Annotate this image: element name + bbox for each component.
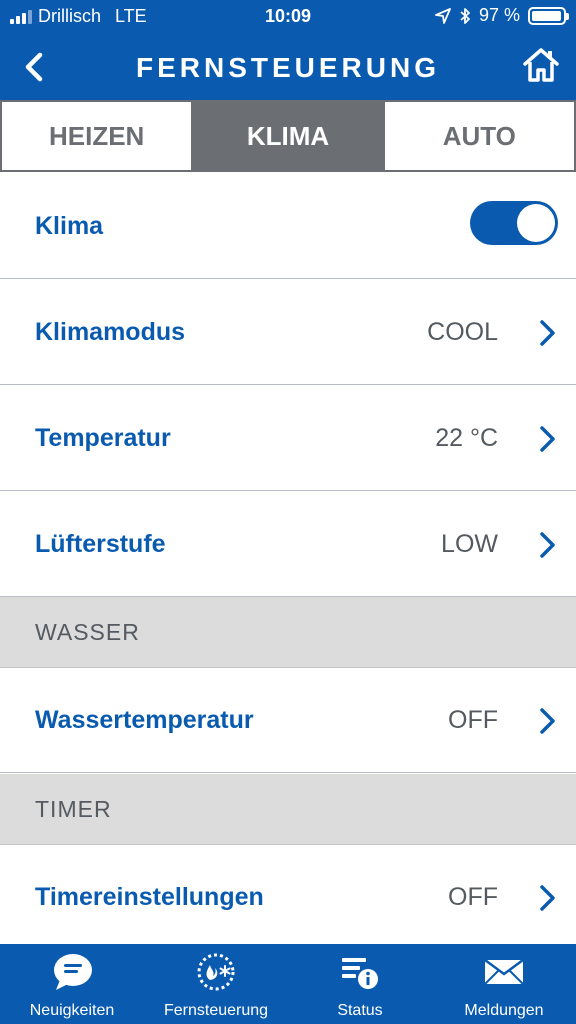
chevron-right-icon — [540, 320, 555, 346]
tabbar-label: Neuigkeiten — [29, 1002, 115, 1019]
temperatur-label: Temperatur — [35, 424, 171, 452]
status-bar: Drillisch LTE 10:09 97 % — [0, 0, 576, 32]
section-header-wasser: WASSER — [0, 597, 576, 668]
page-title: FERNSTEUERUNG — [135, 52, 440, 83]
timereinstellungen-label: Timereinstellungen — [35, 883, 264, 911]
klimamodus-value: COOL — [427, 318, 498, 346]
chevron-right-icon — [540, 426, 555, 452]
tab-auto[interactable]: AUTO — [385, 102, 574, 170]
location-arrow-icon — [435, 7, 451, 24]
tabbar-label: Status — [337, 1002, 383, 1019]
chevron-right-icon — [540, 708, 555, 734]
timereinstellungen-value: OFF — [448, 883, 498, 911]
status-icons: 97 % — [435, 5, 569, 26]
toggle-knob — [517, 204, 555, 242]
klima-row: Klima — [0, 174, 576, 279]
mode-tabs: HEIZEN KLIMA AUTO — [0, 100, 576, 172]
speech-bubble-icon — [54, 954, 92, 990]
tabbar-item-neuigkeiten[interactable]: Neuigkeiten — [0, 944, 144, 1024]
chevron-right-icon — [540, 532, 555, 558]
temperatur-value: 22 °C — [435, 424, 498, 452]
wassertemperatur-row[interactable]: Wassertemperatur OFF — [0, 668, 576, 773]
temperatur-row[interactable]: Temperatur 22 °C — [0, 386, 576, 491]
luefterstufe-label: Lüfterstufe — [35, 530, 166, 558]
klimamodus-label: Klimamodus — [35, 318, 186, 346]
home-button[interactable] — [522, 46, 560, 84]
tabbar-label: Fernsteuerung — [163, 1002, 269, 1019]
tabbar-label: Meldungen — [464, 1002, 544, 1019]
chevron-right-icon — [540, 885, 555, 911]
section-title: TIMER — [35, 796, 112, 822]
battery-icon — [528, 6, 569, 25]
tab-heizen[interactable]: HEIZEN — [2, 102, 194, 170]
envelope-icon — [484, 958, 524, 985]
klimamodus-row[interactable]: Klimamodus COOL — [0, 280, 576, 385]
bottom-tab-bar: Neuigkeiten Fernsteuerung Status Meldung… — [0, 944, 576, 1024]
tabbar-item-status[interactable]: Status — [288, 944, 432, 1024]
wassertemperatur-value: OFF — [448, 706, 498, 734]
section-header-timer: TIMER — [0, 774, 576, 845]
tabbar-item-meldungen[interactable]: Meldungen — [432, 944, 576, 1024]
tab-klima[interactable]: KLIMA — [193, 102, 385, 170]
timereinstellungen-row[interactable]: Timereinstellungen OFF — [0, 845, 576, 944]
bluetooth-icon — [460, 7, 470, 24]
section-title: WASSER — [35, 619, 140, 645]
wassertemperatur-label: Wassertemperatur — [35, 706, 254, 734]
luefterstufe-value: LOW — [441, 530, 498, 558]
luefterstufe-row[interactable]: Lüfterstufe LOW — [0, 492, 576, 597]
klima-label: Klima — [35, 212, 104, 240]
remote-control-icon — [197, 953, 235, 991]
battery-percent: 97 % — [478, 5, 520, 25]
status-info-icon — [342, 958, 378, 989]
navigation-bar: FERNSTEUERUNG — [0, 32, 576, 100]
klima-toggle[interactable] — [470, 201, 558, 245]
tabbar-item-fernsteuerung[interactable]: Fernsteuerung — [144, 944, 288, 1024]
